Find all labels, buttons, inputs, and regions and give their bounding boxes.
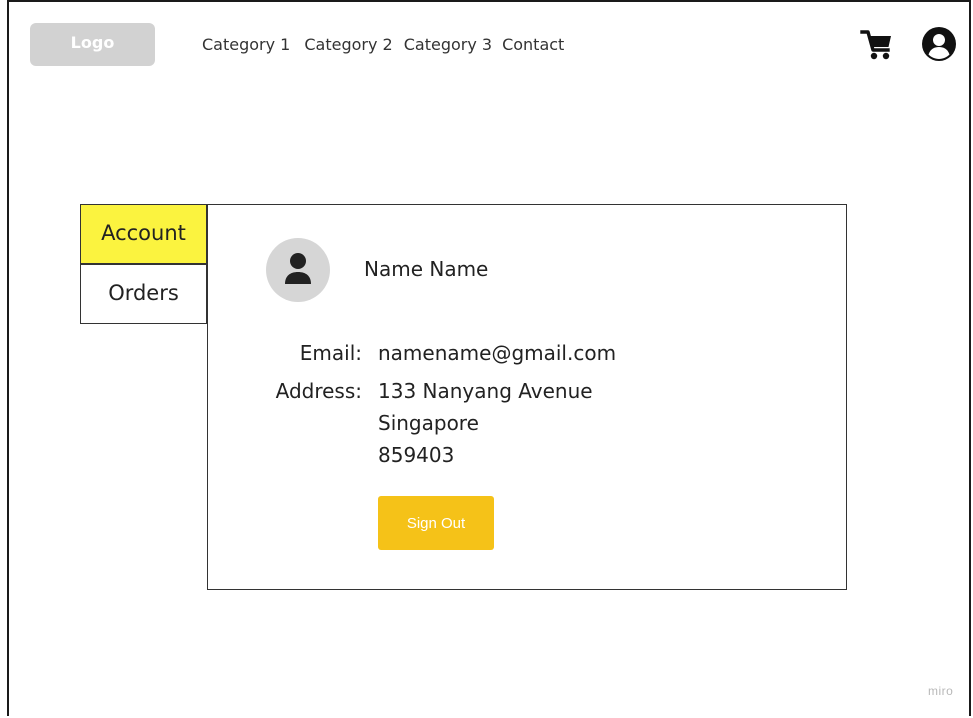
account-panel: Name Name Email: namename@gmail.com Addr…	[207, 204, 847, 590]
user-name: Name Name	[364, 257, 489, 281]
email-value: namename@gmail.com	[378, 341, 617, 365]
address-line-street: 133 Nanyang Avenue	[378, 379, 593, 403]
sign-out-button[interactable]: Sign Out	[378, 496, 494, 550]
address-line-postal: 859403	[378, 443, 455, 467]
nav-category-1[interactable]: Category 1	[202, 33, 290, 57]
nav-category-2[interactable]: Category 2	[304, 33, 392, 57]
user-circle-icon[interactable]	[921, 26, 957, 62]
miro-watermark: miro	[928, 684, 954, 698]
nav-category-3[interactable]: Category 3	[404, 33, 492, 57]
nav-contact[interactable]: Contact	[502, 33, 564, 57]
email-label: Email:	[299, 341, 362, 365]
logo[interactable]: Logo	[30, 23, 155, 66]
top-nav: Category 1 Category 2 Category 3 Contact	[202, 33, 564, 57]
tab-orders[interactable]: Orders	[80, 264, 207, 324]
address-line-city: Singapore	[378, 411, 479, 435]
cart-icon[interactable]	[860, 28, 894, 62]
address-value: 133 Nanyang Avenue Singapore 859403	[378, 375, 593, 471]
person-icon	[285, 253, 311, 284]
address-label: Address:	[275, 379, 362, 403]
avatar	[266, 238, 330, 302]
tab-account[interactable]: Account	[80, 204, 207, 264]
